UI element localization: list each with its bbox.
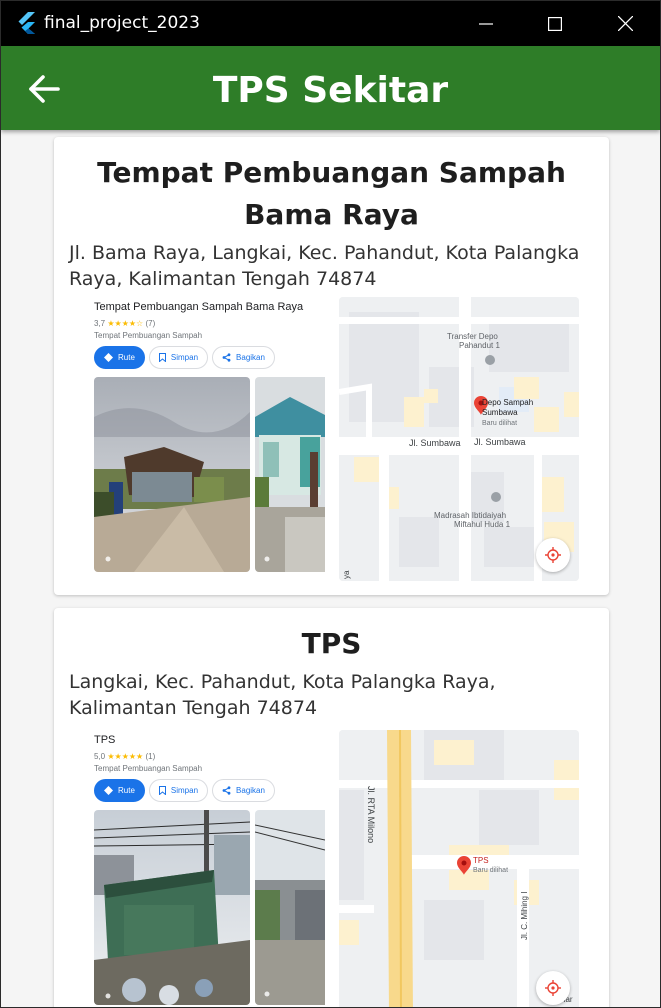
place-photo	[255, 810, 325, 1005]
map-label: Pahandut 1	[459, 341, 500, 350]
share-icon	[222, 353, 231, 362]
map-label: Jl. RTA Milono	[366, 786, 376, 843]
star-rating-icon: ★★★★☆	[107, 319, 144, 328]
map-label: Sumbawa	[482, 408, 518, 417]
star-rating-icon: ★★★★★	[107, 752, 144, 761]
preview-actions: Rute Simpan Bagikan	[94, 346, 275, 369]
tps-address: Langkai, Kec. Pahandut, Kota Palangka Ra…	[69, 671, 496, 719]
save-chip: Simpan	[148, 346, 209, 369]
maps-preview-image[interactable]: Tempat Pembuangan Sampah Bama Raya 3,7 ★…	[94, 297, 579, 581]
minimize-icon	[479, 22, 493, 25]
share-icon	[222, 786, 231, 795]
maximize-button[interactable]	[520, 1, 590, 46]
map-label: TPS	[473, 856, 489, 865]
street-view-photo	[94, 377, 250, 572]
map-preview: TPS Baru dilihat Jl. RTA Milono Jl. C. M…	[339, 730, 579, 1007]
page-title: TPS Sekitar	[212, 70, 449, 111]
close-button[interactable]	[590, 1, 660, 46]
map-label: Transfer Depo	[447, 332, 498, 341]
preview-place-name: Tempat Pembuangan Sampah Bama Raya	[94, 301, 304, 313]
minimize-button[interactable]	[451, 1, 521, 46]
window-titlebar[interactable]: final_project_2023	[1, 1, 660, 46]
save-chip: Simpan	[148, 779, 209, 802]
directions-icon	[104, 786, 113, 795]
tps-list[interactable]: Tempat Pembuangan Sampah Bama Raya Jl. B…	[1, 130, 660, 1007]
street-view-photo	[94, 810, 250, 1005]
maps-preview-image[interactable]: TPS 5,0 ★★★★★ (1) Tempat Pembuangan Samp…	[94, 730, 579, 1007]
preview-place-type: Tempat Pembuangan Sampah	[94, 331, 203, 340]
preview-place-name: TPS	[94, 734, 116, 746]
tps-name: Tempat Pembuangan Sampah Bama Raya	[97, 156, 566, 231]
maximize-icon	[548, 16, 562, 31]
bookmark-icon	[158, 353, 166, 362]
flutter-logo-icon	[18, 12, 35, 34]
app-bar: TPS Sekitar	[1, 46, 660, 130]
map-label: Baru dilihat	[473, 867, 508, 874]
map-label: Baru dilihat	[482, 420, 517, 427]
preview-actions: Rute Simpan Bagikan	[94, 779, 275, 802]
map-label: Madrasah Ibtidaiyah	[434, 511, 506, 520]
map-label: Depo Sampah	[482, 398, 533, 407]
share-chip: Bagikan	[212, 779, 275, 802]
tps-card[interactable]: Tempat Pembuangan Sampah Bama Raya Jl. B…	[54, 137, 609, 595]
crosshair-icon	[545, 980, 561, 996]
place-photo	[255, 377, 325, 572]
map-label: Jl. C. Mihing I	[520, 892, 529, 940]
tps-card[interactable]: TPS Langkai, Kec. Pahandut, Kota Palangk…	[54, 608, 609, 1007]
app-window: final_project_2023 TPS Sekitar Tempat Pe…	[0, 0, 661, 1008]
crosshair-icon	[545, 547, 561, 563]
my-location-button	[536, 538, 570, 572]
directions-icon	[104, 353, 113, 362]
map-preview: Transfer Depo Pahandut 1 Depo Sampah Sum…	[339, 297, 579, 581]
my-location-button	[536, 971, 570, 1005]
preview-place-type: Tempat Pembuangan Sampah	[94, 764, 203, 773]
preview-rating: 5,0 ★★★★★ (1)	[94, 752, 156, 761]
route-chip: Rute	[94, 779, 145, 802]
tps-name: TPS	[301, 627, 362, 660]
preview-rating: 3,7 ★★★★☆ (7)	[94, 319, 156, 328]
place-info-panel: TPS 5,0 ★★★★★ (1) Tempat Pembuangan Samp…	[94, 730, 334, 1007]
map-label: Miftahul Huda 1	[454, 520, 511, 529]
tps-address: Jl. Bama Raya, Langkai, Kec. Pahandut, K…	[69, 242, 580, 290]
map-label: Jl. Sumbawa	[409, 438, 461, 448]
close-icon	[617, 16, 633, 31]
window-title: final_project_2023	[44, 13, 200, 33]
map-label: ya	[342, 570, 351, 579]
map-label: Jl. Sumbawa	[474, 437, 526, 447]
place-info-panel: Tempat Pembuangan Sampah Bama Raya 3,7 ★…	[94, 297, 334, 581]
bookmark-icon	[158, 786, 166, 795]
share-chip: Bagikan	[212, 346, 275, 369]
route-chip: Rute	[94, 346, 145, 369]
